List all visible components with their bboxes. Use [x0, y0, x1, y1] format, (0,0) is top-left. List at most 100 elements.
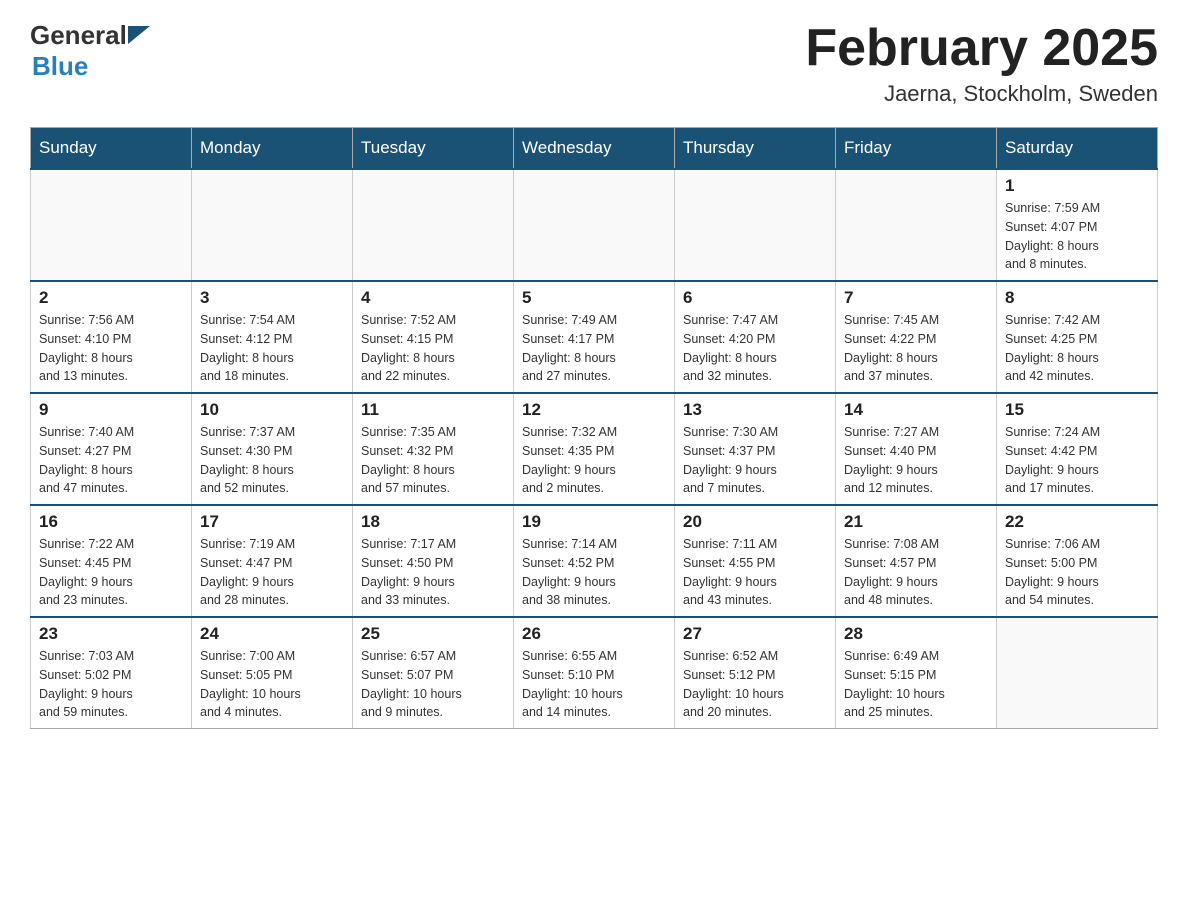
day-number: 16	[39, 512, 183, 532]
calendar-week-row: 2 Sunrise: 7:56 AMSunset: 4:10 PMDaylight…	[31, 281, 1158, 393]
day-number: 7	[844, 288, 988, 308]
day-number: 25	[361, 624, 505, 644]
calendar-cell: 19 Sunrise: 7:14 AMSunset: 4:52 PMDayligh…	[514, 505, 675, 617]
day-info: Sunrise: 7:47 AMSunset: 4:20 PMDaylight:…	[683, 311, 827, 386]
day-info: Sunrise: 7:27 AMSunset: 4:40 PMDaylight:…	[844, 423, 988, 498]
day-number: 19	[522, 512, 666, 532]
calendar-cell: 7 Sunrise: 7:45 AMSunset: 4:22 PMDaylight…	[836, 281, 997, 393]
day-info: Sunrise: 7:03 AMSunset: 5:02 PMDaylight:…	[39, 647, 183, 722]
day-number: 4	[361, 288, 505, 308]
calendar-cell: 24 Sunrise: 7:00 AMSunset: 5:05 PMDayligh…	[192, 617, 353, 729]
day-number: 2	[39, 288, 183, 308]
calendar-cell: 9 Sunrise: 7:40 AMSunset: 4:27 PMDaylight…	[31, 393, 192, 505]
calendar-cell: 15 Sunrise: 7:24 AMSunset: 4:42 PMDayligh…	[997, 393, 1158, 505]
day-info: Sunrise: 7:14 AMSunset: 4:52 PMDaylight:…	[522, 535, 666, 610]
calendar-week-row: 1Sunrise: 7:59 AMSunset: 4:07 PMDaylight…	[31, 169, 1158, 281]
day-number: 8	[1005, 288, 1149, 308]
day-number: 17	[200, 512, 344, 532]
day-info: Sunrise: 7:37 AMSunset: 4:30 PMDaylight:…	[200, 423, 344, 498]
calendar-subtitle: Jaerna, Stockholm, Sweden	[805, 81, 1158, 107]
calendar-cell: 13 Sunrise: 7:30 AMSunset: 4:37 PMDayligh…	[675, 393, 836, 505]
weekday-header-tuesday: Tuesday	[353, 128, 514, 170]
day-info: Sunrise: 7:49 AMSunset: 4:17 PMDaylight:…	[522, 311, 666, 386]
calendar-cell: 12 Sunrise: 7:32 AMSunset: 4:35 PMDayligh…	[514, 393, 675, 505]
day-info: Sunrise: 7:54 AMSunset: 4:12 PMDaylight:…	[200, 311, 344, 386]
day-number: 6	[683, 288, 827, 308]
logo: General Blue	[30, 20, 150, 82]
day-number: 26	[522, 624, 666, 644]
logo-blue-text: Blue	[32, 51, 88, 81]
day-info: Sunrise: 7:59 AMSunset: 4:07 PMDaylight:…	[1005, 199, 1149, 274]
calendar-cell: 22Sunrise: 7:06 AMSunset: 5:00 PMDayligh…	[997, 505, 1158, 617]
logo-general-text: General	[30, 20, 127, 51]
calendar-week-row: 9 Sunrise: 7:40 AMSunset: 4:27 PMDaylight…	[31, 393, 1158, 505]
calendar-cell: 25 Sunrise: 6:57 AMSunset: 5:07 PMDayligh…	[353, 617, 514, 729]
calendar-cell	[675, 169, 836, 281]
day-number: 15	[1005, 400, 1149, 420]
day-info: Sunrise: 7:52 AMSunset: 4:15 PMDaylight:…	[361, 311, 505, 386]
day-info: Sunrise: 7:24 AMSunset: 4:42 PMDaylight:…	[1005, 423, 1149, 498]
day-number: 13	[683, 400, 827, 420]
weekday-header-thursday: Thursday	[675, 128, 836, 170]
day-info: Sunrise: 7:19 AMSunset: 4:47 PMDaylight:…	[200, 535, 344, 610]
calendar-cell: 4 Sunrise: 7:52 AMSunset: 4:15 PMDaylight…	[353, 281, 514, 393]
calendar-cell: 17 Sunrise: 7:19 AMSunset: 4:47 PMDayligh…	[192, 505, 353, 617]
day-number: 12	[522, 400, 666, 420]
day-info: Sunrise: 7:06 AMSunset: 5:00 PMDaylight:…	[1005, 535, 1149, 610]
calendar-title: February 2025	[805, 20, 1158, 77]
calendar-week-row: 16 Sunrise: 7:22 AMSunset: 4:45 PMDayligh…	[31, 505, 1158, 617]
calendar-cell: 11Sunrise: 7:35 AMSunset: 4:32 PMDayligh…	[353, 393, 514, 505]
calendar-cell: 6 Sunrise: 7:47 AMSunset: 4:20 PMDaylight…	[675, 281, 836, 393]
day-info: Sunrise: 7:17 AMSunset: 4:50 PMDaylight:…	[361, 535, 505, 610]
calendar-cell	[514, 169, 675, 281]
calendar-cell: 3 Sunrise: 7:54 AMSunset: 4:12 PMDaylight…	[192, 281, 353, 393]
day-info: Sunrise: 7:32 AMSunset: 4:35 PMDaylight:…	[522, 423, 666, 498]
calendar-cell: 23Sunrise: 7:03 AMSunset: 5:02 PMDayligh…	[31, 617, 192, 729]
day-info: Sunrise: 6:57 AMSunset: 5:07 PMDaylight:…	[361, 647, 505, 722]
calendar-cell: 2 Sunrise: 7:56 AMSunset: 4:10 PMDaylight…	[31, 281, 192, 393]
day-info: Sunrise: 7:22 AMSunset: 4:45 PMDaylight:…	[39, 535, 183, 610]
calendar-table: SundayMondayTuesdayWednesdayThursdayFrid…	[30, 127, 1158, 729]
calendar-cell	[353, 169, 514, 281]
day-number: 3	[200, 288, 344, 308]
calendar-cell: 10 Sunrise: 7:37 AMSunset: 4:30 PMDayligh…	[192, 393, 353, 505]
day-info: Sunrise: 7:08 AMSunset: 4:57 PMDaylight:…	[844, 535, 988, 610]
weekday-header-friday: Friday	[836, 128, 997, 170]
day-info: Sunrise: 7:56 AMSunset: 4:10 PMDaylight:…	[39, 311, 183, 386]
day-number: 14	[844, 400, 988, 420]
day-info: Sunrise: 6:52 AMSunset: 5:12 PMDaylight:…	[683, 647, 827, 722]
calendar-cell: 27 Sunrise: 6:52 AMSunset: 5:12 PMDayligh…	[675, 617, 836, 729]
weekday-header-monday: Monday	[192, 128, 353, 170]
day-info: Sunrise: 7:40 AMSunset: 4:27 PMDaylight:…	[39, 423, 183, 498]
page-header: General Blue February 2025 Jaerna, Stock…	[30, 20, 1158, 107]
day-info: Sunrise: 7:42 AMSunset: 4:25 PMDaylight:…	[1005, 311, 1149, 386]
calendar-week-row: 23Sunrise: 7:03 AMSunset: 5:02 PMDayligh…	[31, 617, 1158, 729]
calendar-cell: 5 Sunrise: 7:49 AMSunset: 4:17 PMDaylight…	[514, 281, 675, 393]
day-number: 28	[844, 624, 988, 644]
calendar-cell	[836, 169, 997, 281]
day-info: Sunrise: 7:00 AMSunset: 5:05 PMDaylight:…	[200, 647, 344, 722]
weekday-header-saturday: Saturday	[997, 128, 1158, 170]
calendar-cell: 26 Sunrise: 6:55 AMSunset: 5:10 PMDayligh…	[514, 617, 675, 729]
day-number: 9	[39, 400, 183, 420]
day-number: 21	[844, 512, 988, 532]
day-number: 18	[361, 512, 505, 532]
day-info: Sunrise: 7:35 AMSunset: 4:32 PMDaylight:…	[361, 423, 505, 498]
day-number: 10	[200, 400, 344, 420]
weekday-header-sunday: Sunday	[31, 128, 192, 170]
calendar-title-block: February 2025 Jaerna, Stockholm, Sweden	[805, 20, 1158, 107]
calendar-cell: 18 Sunrise: 7:17 AMSunset: 4:50 PMDayligh…	[353, 505, 514, 617]
day-number: 24	[200, 624, 344, 644]
day-info: Sunrise: 7:30 AMSunset: 4:37 PMDaylight:…	[683, 423, 827, 498]
day-number: 27	[683, 624, 827, 644]
calendar-cell: 16 Sunrise: 7:22 AMSunset: 4:45 PMDayligh…	[31, 505, 192, 617]
calendar-cell	[192, 169, 353, 281]
calendar-cell: 8 Sunrise: 7:42 AMSunset: 4:25 PMDaylight…	[997, 281, 1158, 393]
day-info: Sunrise: 6:55 AMSunset: 5:10 PMDaylight:…	[522, 647, 666, 722]
weekday-header-wednesday: Wednesday	[514, 128, 675, 170]
calendar-header-row: SundayMondayTuesdayWednesdayThursdayFrid…	[31, 128, 1158, 170]
logo-triangle-icon	[128, 26, 150, 44]
day-info: Sunrise: 7:45 AMSunset: 4:22 PMDaylight:…	[844, 311, 988, 386]
day-number: 5	[522, 288, 666, 308]
calendar-cell: 21 Sunrise: 7:08 AMSunset: 4:57 PMDayligh…	[836, 505, 997, 617]
